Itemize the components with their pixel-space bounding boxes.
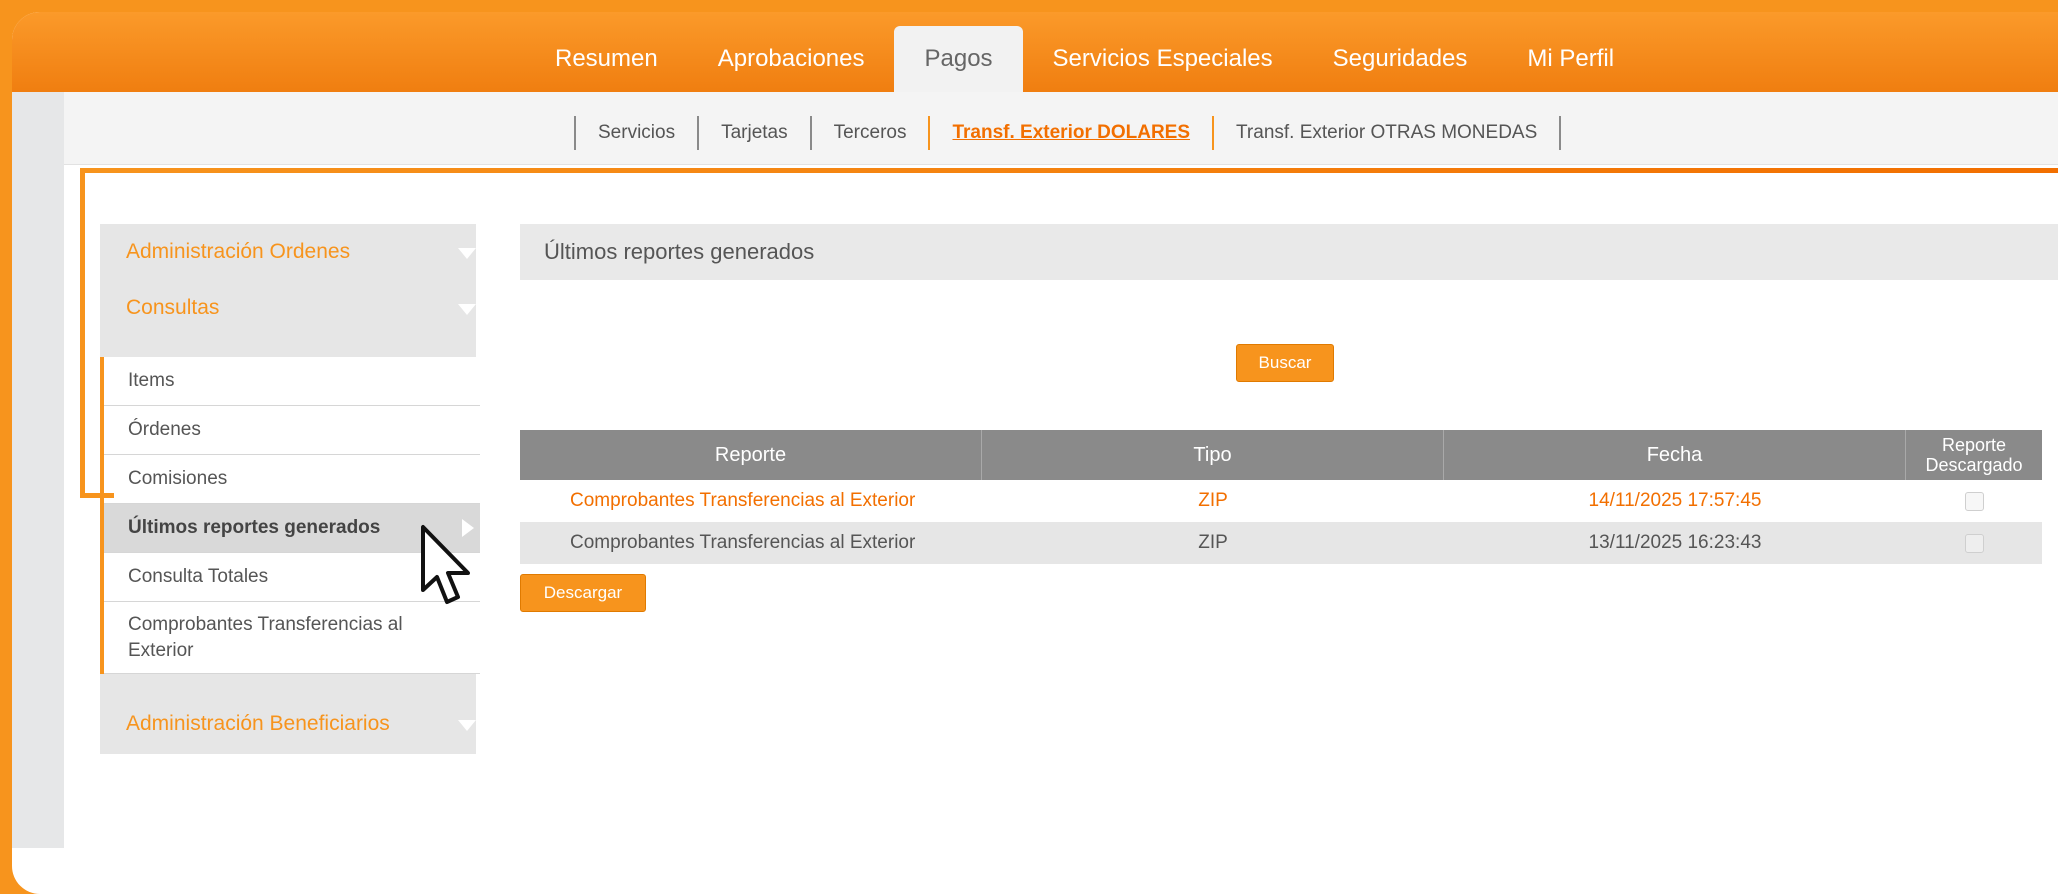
sub-tabs: Servicios Tarjetas Terceros Transf. Exte…: [574, 116, 1562, 150]
sidebar-group-label: Consultas: [126, 296, 220, 319]
tab-resumen[interactable]: Resumen: [525, 26, 688, 92]
cell-descargado: [1906, 480, 2042, 522]
column-header-line: Reporte: [1941, 435, 2007, 455]
tab-mi-perfil[interactable]: Mi Perfil: [1497, 26, 1644, 92]
sidebar-item-items[interactable]: Items: [104, 357, 480, 406]
search-button[interactable]: Buscar: [1236, 344, 1334, 382]
page-title: Últimos reportes generados: [544, 239, 815, 264]
sidebar-item-label: Últimos reportes generados: [128, 517, 381, 538]
sidebar-group-administracion-ordenes[interactable]: Administración Ordenes: [100, 224, 476, 280]
cell-descargado: [1906, 522, 2042, 564]
sidebar: Administración Ordenes Consultas Items Ó…: [100, 224, 480, 754]
sidebar-item-ordenes[interactable]: Órdenes: [104, 406, 480, 455]
subtab-servicios[interactable]: Servicios: [574, 116, 697, 150]
download-button[interactable]: Descargar: [520, 574, 646, 612]
highlight-line-top: [80, 168, 2058, 173]
tab-aprobaciones[interactable]: Aprobaciones: [688, 26, 895, 92]
triangle-down-icon: [458, 304, 476, 315]
triangle-down-icon: [458, 248, 476, 259]
table-row: Comprobantes Transferencias al Exterior …: [520, 522, 2042, 564]
table-header: Reporte Tipo Fecha Reporte Descargado: [520, 430, 2042, 480]
tab-pagos[interactable]: Pagos: [894, 26, 1023, 92]
sidebar-item-label: Items: [128, 370, 175, 391]
subtab-transf-exterior-otras-monedas[interactable]: Transf. Exterior OTRAS MONEDAS: [1212, 116, 1562, 150]
reports-table: Reporte Tipo Fecha Reporte Descargado Co…: [520, 430, 2042, 564]
sidebar-item-label: Comprobantes Transferencias al Exterior: [128, 613, 403, 661]
cell-tipo: ZIP: [1198, 490, 1228, 511]
highlight-line-connector: [80, 493, 114, 498]
subtab-tarjetas[interactable]: Tarjetas: [697, 116, 810, 150]
cell-fecha: 13/11/2025 16:23:43: [1588, 532, 1762, 553]
downloaded-checkbox[interactable]: [1964, 491, 1984, 511]
highlight-line-left: [80, 168, 85, 498]
sidebar-item-label: Órdenes: [128, 419, 201, 440]
cell-reporte[interactable]: Comprobantes Transferencias al Exterior: [520, 480, 982, 522]
mouse-cursor-icon: [421, 525, 470, 604]
tab-servicios-especiales[interactable]: Servicios Especiales: [1023, 26, 1303, 92]
sidebar-group-administracion-beneficiarios[interactable]: Administración Beneficiarios: [100, 696, 476, 752]
panel-title-bar: Últimos reportes generados: [520, 224, 2058, 280]
subtab-terceros[interactable]: Terceros: [809, 116, 929, 150]
sidebar-group-consultas[interactable]: Consultas: [100, 280, 476, 336]
cell-fecha: 14/11/2025 17:57:45: [1588, 490, 1762, 511]
content-clip: Servicios Tarjetas Terceros Transf. Exte…: [12, 12, 2058, 894]
column-header-reporte-descargado: Reporte Descargado: [1906, 430, 2042, 480]
tab-seguridades[interactable]: Seguridades: [1303, 26, 1498, 92]
column-header-line: Descargado: [1925, 455, 2023, 475]
column-header-tipo: Tipo: [982, 430, 1444, 480]
sidebar-group-label: Administración Ordenes: [126, 240, 351, 263]
cell-reporte[interactable]: Comprobantes Transferencias al Exterior: [520, 522, 982, 564]
downloaded-checkbox[interactable]: [1964, 533, 1984, 553]
sidebar-item-label: Comisiones: [128, 468, 228, 489]
table-row: Comprobantes Transferencias al Exterior …: [520, 480, 2042, 522]
sidebar-item-label: Consulta Totales: [128, 566, 269, 587]
sidebar-group-label: Administración Beneficiarios: [126, 712, 390, 735]
sidebar-item-comprobantes-transferencias[interactable]: Comprobantes Transferencias al Exterior: [104, 602, 480, 674]
sub-nav-bar: Servicios Tarjetas Terceros Transf. Exte…: [64, 92, 2058, 165]
sidebar-item-comisiones[interactable]: Comisiones: [104, 455, 480, 504]
subtab-transf-exterior-dolares[interactable]: Transf. Exterior DOLARES: [928, 116, 1212, 150]
cell-tipo: ZIP: [1198, 532, 1228, 553]
triangle-down-icon: [458, 720, 476, 731]
top-nav-bar: Resumen Aprobaciones Pagos Servicios Esp…: [12, 12, 2058, 92]
sidebar-consultas-list: Items Órdenes Comisiones Últimos reporte…: [100, 357, 480, 674]
column-header-reporte: Reporte: [520, 430, 982, 480]
column-header-fecha: Fecha: [1444, 430, 1906, 480]
main-tabs: Resumen Aprobaciones Pagos Servicios Esp…: [525, 26, 1644, 92]
